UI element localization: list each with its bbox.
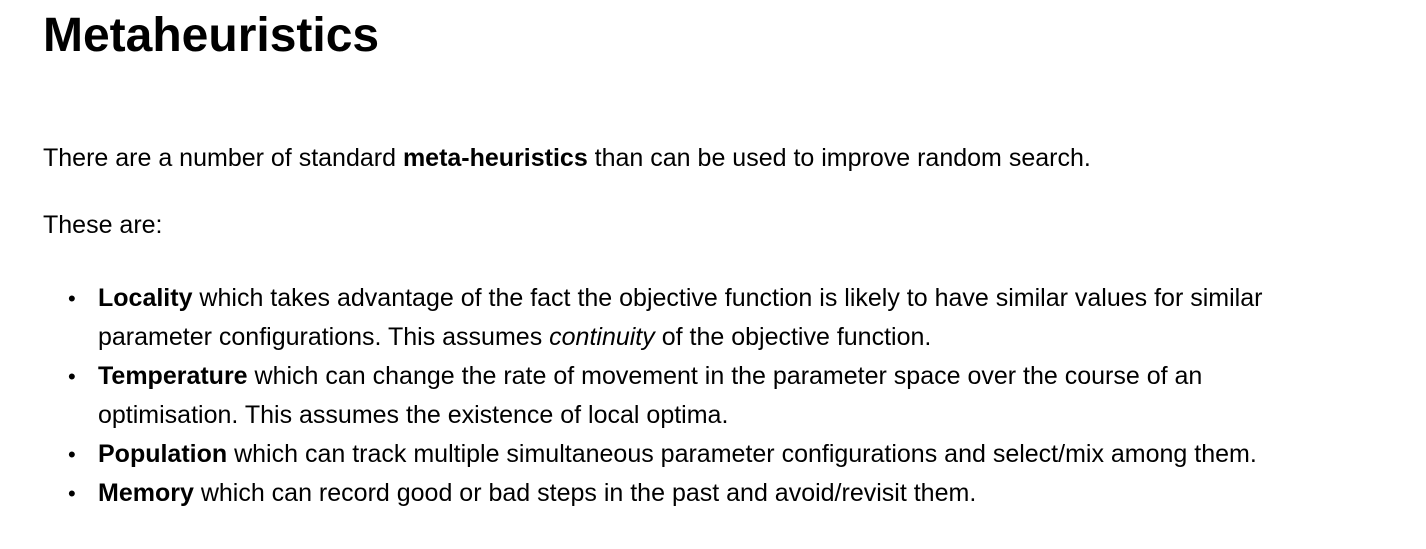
lead-paragraph: These are: xyxy=(43,211,163,239)
list-item-line: Temperature which can change the rate of… xyxy=(98,357,1418,396)
intro-text-after: than can be used to improve random searc… xyxy=(587,144,1091,172)
bullet-icon: • xyxy=(68,481,76,506)
list-item-emphasis: continuity xyxy=(549,323,655,351)
bullet-icon: • xyxy=(68,364,76,389)
list-item-text: of the objective function. xyxy=(654,323,932,351)
list-item-term: Locality xyxy=(98,284,193,312)
document-page: Metaheuristics There are a number of sta… xyxy=(0,0,1426,549)
list-item-term: Temperature xyxy=(98,362,248,390)
heuristics-list: • Locality which takes advantage of the … xyxy=(68,279,1418,513)
list-item-text: which can record good or bad steps in th… xyxy=(193,479,977,507)
list-item-text: which can change the rate of movement in… xyxy=(247,362,1203,390)
list-item-term: Population xyxy=(98,440,228,468)
list-item-temperature: • Temperature which can change the rate … xyxy=(68,357,1418,435)
list-item-text: parameter configurations. This assumes xyxy=(98,323,550,351)
intro-text-before: There are a number of standard xyxy=(43,144,403,172)
list-item-locality: • Locality which takes advantage of the … xyxy=(68,279,1418,357)
list-item-memory: • Memory which can record good or bad st… xyxy=(68,474,1418,513)
list-item-line: Locality which takes advantage of the fa… xyxy=(98,279,1418,318)
list-item-text: which takes advantage of the fact the ob… xyxy=(192,284,1263,312)
list-item-population: • Population which can track multiple si… xyxy=(68,435,1418,474)
page-title: Metaheuristics xyxy=(43,9,380,62)
bullet-icon: • xyxy=(68,286,76,311)
intro-bold-term: meta-heuristics xyxy=(402,144,588,172)
list-item-line: Memory which can record good or bad step… xyxy=(98,474,1418,513)
list-item-continuation: parameter configurations. This assumes c… xyxy=(98,318,1418,357)
list-item-line: Population which can track multiple simu… xyxy=(98,435,1418,474)
intro-paragraph: There are a number of standard meta-heur… xyxy=(43,143,1091,173)
bullet-icon: • xyxy=(68,442,76,467)
list-item-continuation: optimisation. This assumes the existence… xyxy=(98,401,729,429)
list-item-text: which can track multiple simultaneous pa… xyxy=(227,440,1257,468)
list-item-term: Memory xyxy=(98,479,194,507)
